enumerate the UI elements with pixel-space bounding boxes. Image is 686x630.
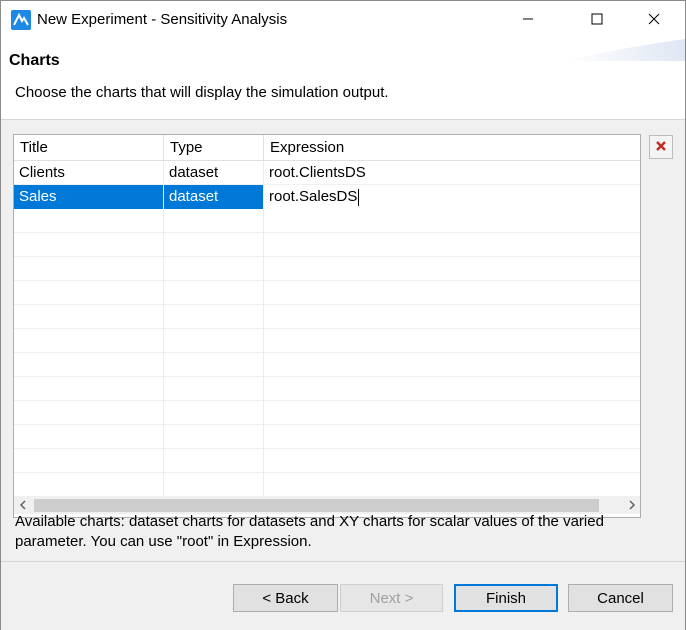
maximize-button[interactable] xyxy=(574,1,620,39)
close-icon xyxy=(648,12,660,29)
cell-type[interactable]: dataset xyxy=(164,185,264,209)
table-row-empty xyxy=(14,473,640,497)
table-row[interactable]: Clients dataset root.ClientsDS xyxy=(14,161,640,185)
remove-x-icon xyxy=(655,139,667,156)
column-header-expression[interactable]: Expression xyxy=(264,135,640,160)
cancel-button[interactable]: Cancel xyxy=(568,584,673,612)
banner-decoration xyxy=(565,39,685,61)
table-row-empty xyxy=(14,233,640,257)
header-banner: Charts Choose the charts that will displ… xyxy=(1,39,685,120)
cell-expression[interactable]: root.ClientsDS xyxy=(264,161,640,185)
page-description: Choose the charts that will display the … xyxy=(15,84,389,101)
anylogic-logo-icon xyxy=(11,10,31,30)
column-header-title[interactable]: Title xyxy=(14,135,164,160)
column-header-type[interactable]: Type xyxy=(164,135,264,160)
table-row-selected[interactable]: Sales dataset root.SalesDS xyxy=(14,185,640,209)
next-button[interactable]: Next > xyxy=(340,584,443,612)
finish-button[interactable]: Finish xyxy=(454,584,558,612)
close-button[interactable] xyxy=(631,1,677,39)
table-row-empty xyxy=(14,329,640,353)
minimize-icon xyxy=(522,12,534,29)
scrollbar-thumb[interactable] xyxy=(34,499,599,512)
table-row-empty xyxy=(14,425,640,449)
title-bar: New Experiment - Sensitivity Analysis xyxy=(1,1,685,39)
minimize-button[interactable] xyxy=(505,1,551,39)
table-body: Clients dataset root.ClientsDS Sales dat… xyxy=(14,161,640,497)
cell-title[interactable]: Sales xyxy=(14,185,164,209)
cell-type[interactable]: dataset xyxy=(164,161,264,185)
content-area: Title Type Expression Clients dataset ro… xyxy=(1,120,685,561)
table-row-empty xyxy=(14,353,640,377)
maximize-icon xyxy=(591,12,603,29)
table-row-empty xyxy=(14,209,640,233)
help-text: Available charts: dataset charts for dat… xyxy=(15,513,604,550)
table-row-empty xyxy=(14,401,640,425)
table-row-empty xyxy=(14,281,640,305)
text-caret xyxy=(358,188,360,206)
page-title: Charts xyxy=(9,52,60,69)
table-header: Title Type Expression xyxy=(14,135,640,161)
cell-title[interactable]: Clients xyxy=(14,161,164,185)
table-row-empty xyxy=(14,377,640,401)
table-row-empty xyxy=(14,449,640,473)
charts-table: Title Type Expression Clients dataset ro… xyxy=(13,134,641,518)
remove-chart-button[interactable] xyxy=(649,135,673,159)
table-row-empty xyxy=(14,257,640,281)
button-bar: < Back Next > Finish Cancel xyxy=(1,561,685,630)
expression-edit-text[interactable]: root.SalesDS xyxy=(269,188,357,205)
window-title: New Experiment - Sensitivity Analysis xyxy=(37,11,288,28)
back-button[interactable]: < Back xyxy=(233,584,338,612)
dialog-window: New Experiment - Sensitivity Analysis Ch… xyxy=(0,0,686,630)
table-row-empty xyxy=(14,305,640,329)
cell-expression-editor[interactable]: root.SalesDS xyxy=(264,185,640,209)
